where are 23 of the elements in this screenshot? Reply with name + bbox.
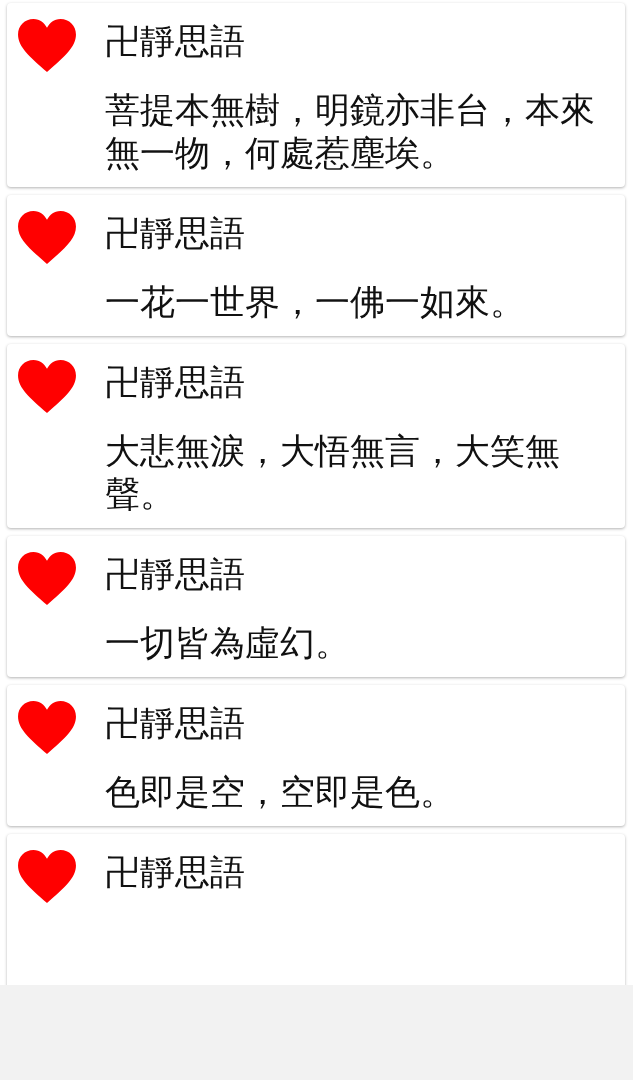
quote-card[interactable]: 卍靜思語 一花一世界，一佛一如來。 [7,195,625,336]
heart-icon[interactable] [16,700,78,756]
quote-title: 卍靜思語 [105,553,246,596]
quote-card[interactable]: 卍靜思語 菩提本無樹，明鏡亦非台，本來無一物，何處惹塵埃。 [7,3,625,187]
quote-title: 卍靜思語 [105,702,246,745]
quote-title: 卍靜思語 [105,20,246,63]
quote-text: 菩提本無樹，明鏡亦非台，本來無一物，何處惹塵埃。 [105,89,596,175]
quote-card[interactable]: 卍靜思語 一切皆為虛幻。 [7,536,625,677]
quote-text: 一切皆為虛幻。 [105,622,351,665]
quote-text: 大悲無淚，大悟無言，大笑無聲。 [105,430,561,516]
heart-icon[interactable] [16,18,78,74]
quote-text: 色即是空，空即是色。 [105,771,456,814]
heart-icon[interactable] [16,551,78,607]
quote-card[interactable]: 卍靜思語 色即是空，空即是色。 [7,685,625,826]
quote-card[interactable]: 卍靜思語 [7,834,625,985]
heart-icon[interactable] [16,210,78,266]
quote-card[interactable]: 卍靜思語 大悲無淚，大悟無言，大笑無聲。 [7,344,625,528]
heart-icon[interactable] [16,849,78,905]
quote-title: 卍靜思語 [105,851,246,894]
quote-title: 卍靜思語 [105,361,246,404]
quote-text: 一花一世界，一佛一如來。 [105,281,526,324]
heart-icon[interactable] [16,359,78,415]
quote-title: 卍靜思語 [105,212,246,255]
